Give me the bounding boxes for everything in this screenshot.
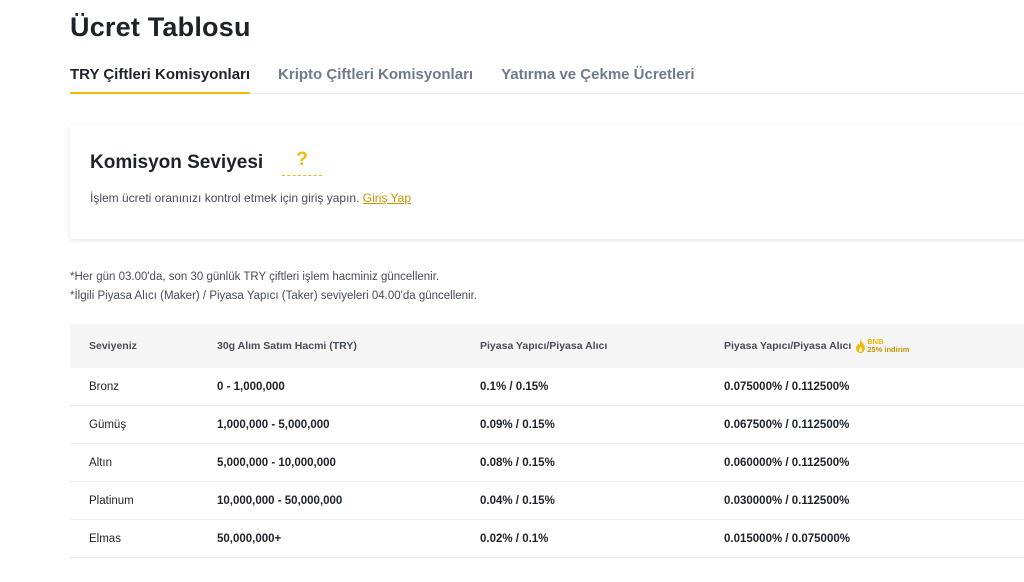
commission-level-title: Komisyon Seviyesi — [90, 152, 264, 173]
cell-maker-taker: 0.1% / 0.15% — [480, 380, 549, 393]
header-maker-taker-bnb-label: Piyasa Yapıcı/Piyasa Alıcı — [724, 340, 852, 352]
header-maker-taker-bnb: Piyasa Yapıcı/Piyasa Alıcı BNB 25% indir… — [705, 338, 1024, 354]
table-header: Seviyeniz 30g Alım Satım Hacmi (TRY) Piy… — [70, 324, 1024, 368]
bnb-discount-badge: BNB 25% indirim — [855, 338, 909, 354]
tab-crypto-pairs[interactable]: Kripto Çiftleri Komisyonları — [278, 60, 473, 92]
cell-maker-taker: 0.09% / 0.15% — [480, 418, 555, 431]
cell-maker-taker: 0.08% / 0.15% — [480, 456, 555, 469]
login-prompt-text: İşlem ücreti oranınızı kontrol etmek içi… — [90, 191, 363, 205]
cell-maker-taker-bnb: 0.030000% / 0.112500% — [724, 494, 850, 507]
note-daily-update: *Her gün 03.00'da, son 30 günlük TRY çif… — [70, 271, 440, 283]
login-link[interactable]: Giriş Yap — [363, 191, 411, 205]
table-row: Altın 5,000,000 - 10,000,000 0.08% / 0.1… — [70, 444, 1024, 482]
cell-level: Elmas — [89, 532, 121, 545]
cell-volume: 5,000,000 - 10,000,000 — [217, 456, 336, 469]
cell-level: Altın — [89, 456, 113, 469]
cell-volume: 0 - 1,000,000 — [217, 380, 285, 393]
cell-maker-taker-bnb: 0.075000% / 0.112500% — [724, 380, 850, 393]
question-mark-icon[interactable]: ? — [282, 149, 322, 176]
table-row: Bronz 0 - 1,000,000 0.1% / 0.15% 0.07500… — [70, 368, 1024, 406]
tab-try-pairs[interactable]: TRY Çiftleri Komisyonları — [70, 60, 251, 94]
update-notes: *Her gün 03.00'da, son 30 günlük TRY çif… — [70, 268, 477, 306]
login-prompt: İşlem ücreti oranınızı kontrol etmek içi… — [90, 191, 411, 205]
cell-volume: 10,000,000 - 50,000,000 — [217, 494, 343, 507]
flame-icon — [856, 339, 866, 353]
tab-deposit-withdraw[interactable]: Yatırma ve Çekme Ücretleri — [501, 60, 694, 92]
cell-maker-taker-bnb: 0.067500% / 0.112500% — [724, 418, 850, 431]
table-row: Platinum 10,000,000 - 50,000,000 0.04% /… — [70, 482, 1024, 520]
table-row: Elmas 50,000,000+ 0.02% / 0.1% 0.015000%… — [70, 520, 1024, 558]
tab-bar: TRY Çiftleri Komisyonları Kripto Çiftler… — [70, 60, 1024, 94]
fee-table: Seviyeniz 30g Alım Satım Hacmi (TRY) Piy… — [70, 324, 1024, 558]
cell-volume: 1,000,000 - 5,000,000 — [217, 418, 330, 431]
header-volume: 30g Alım Satım Hacmi (TRY) — [217, 340, 357, 352]
header-level: Seviyeniz — [89, 340, 137, 352]
commission-level-card: Komisyon Seviyesi ? İşlem ücreti oranını… — [70, 125, 1024, 239]
cell-maker-taker: 0.04% / 0.15% — [480, 494, 555, 507]
bnb-badge-line2: 25% indirim — [867, 345, 910, 354]
table-row: Gümüş 1,000,000 - 5,000,000 0.09% / 0.15… — [70, 406, 1024, 444]
cell-level: Platinum — [89, 494, 134, 507]
cell-maker-taker-bnb: 0.015000% / 0.075000% — [724, 532, 850, 545]
cell-maker-taker-bnb: 0.060000% / 0.112500% — [724, 456, 850, 469]
cell-level: Gümüş — [89, 418, 127, 431]
cell-level: Bronz — [89, 380, 120, 393]
note-level-update: *İlgili Piyasa Alıcı (Maker) / Piyasa Ya… — [70, 290, 478, 302]
header-maker-taker: Piyasa Yapıcı/Piyasa Alıcı — [480, 340, 608, 352]
page-title: Ücret Tablosu — [70, 12, 251, 42]
cell-maker-taker: 0.02% / 0.1% — [480, 532, 549, 545]
cell-volume: 50,000,000+ — [217, 532, 282, 545]
